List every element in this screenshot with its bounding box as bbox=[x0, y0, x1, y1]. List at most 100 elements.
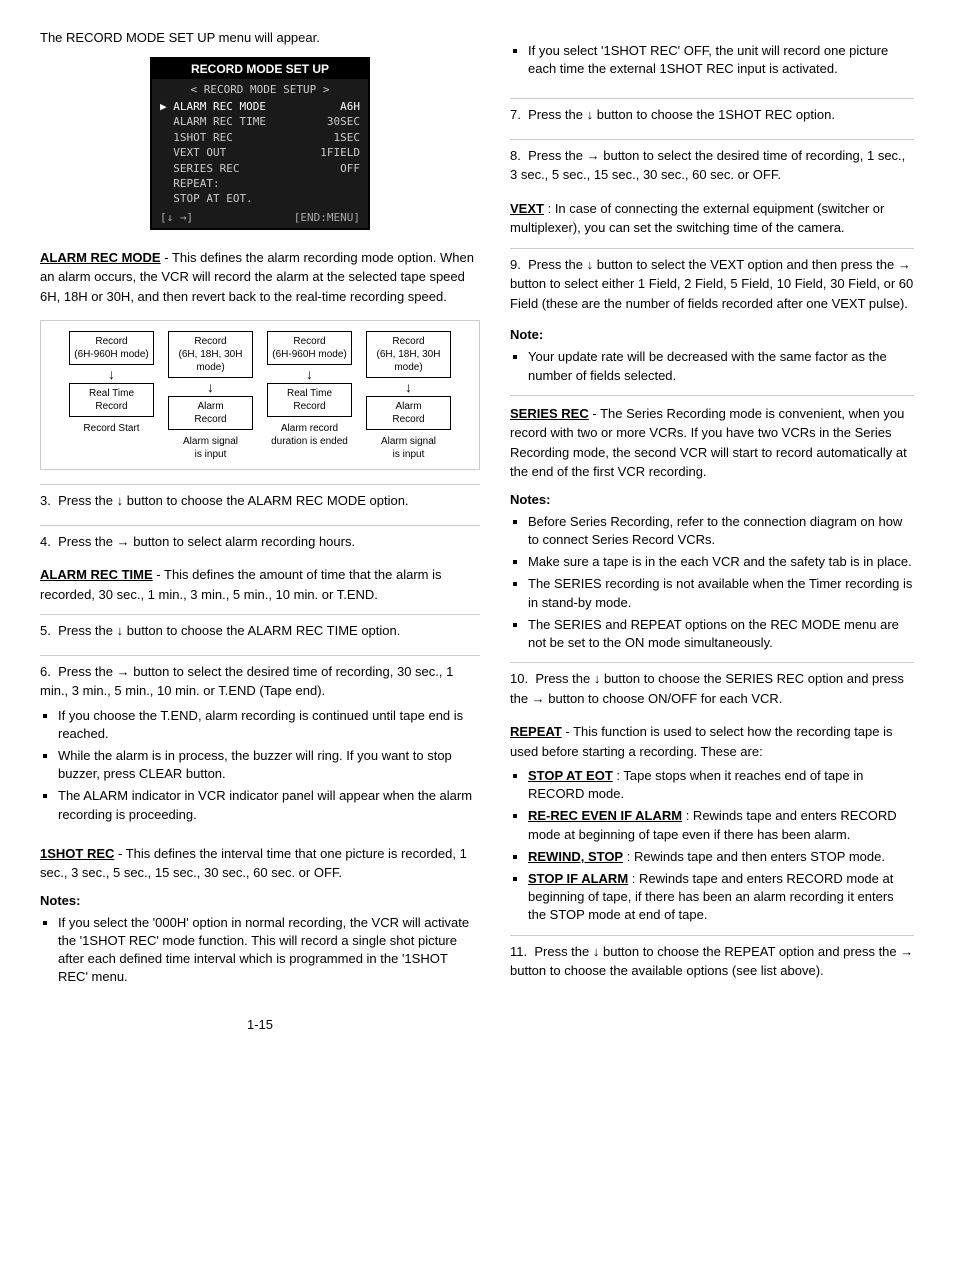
repeat-item-re-rec-term: RE-REC EVEN IF ALARM bbox=[528, 808, 682, 823]
repeat-item-re-rec: RE-REC EVEN IF ALARM : Rewinds tape and … bbox=[528, 807, 914, 843]
step-9: 9. Press the ↓ button to select the VEXT… bbox=[510, 248, 914, 320]
right-column: If you select '1SHOT REC' OFF, the unit … bbox=[510, 30, 914, 1032]
page-container: The RECORD MODE SET UP menu will appear.… bbox=[0, 0, 954, 1062]
step-6-num: 6. bbox=[40, 664, 54, 679]
menu-row-label: ▶ ALARM REC MODE bbox=[160, 99, 266, 114]
step-6-body: Press the → button to select the desired… bbox=[40, 664, 453, 699]
step-3-num: 3. bbox=[40, 493, 54, 508]
diag-sub-box-3: Real TimeRecord bbox=[267, 383, 352, 417]
repeat-term: REPEAT bbox=[510, 724, 562, 739]
step-6-text: 6. Press the → button to select the desi… bbox=[40, 662, 480, 701]
vext-section: VEXT : In case of connecting the externa… bbox=[510, 199, 914, 238]
repeat-intro: REPEAT - This function is used to select… bbox=[510, 722, 914, 761]
diag-arrow-2: ↓ bbox=[207, 380, 214, 394]
menu-row: SERIES REC OFF bbox=[160, 161, 360, 176]
step-7-num: 7. bbox=[510, 107, 524, 122]
step-11: 11. Press the ↓ button to choose the REP… bbox=[510, 935, 914, 987]
step-9-num: 9. bbox=[510, 257, 524, 272]
step-3-text: Press the ↓ button to choose the ALARM R… bbox=[58, 493, 408, 508]
step-6-bullets: If you choose the T.END, alarm recording… bbox=[58, 707, 480, 824]
vext-text: VEXT : In case of connecting the externa… bbox=[510, 199, 914, 238]
step-6: 6. Press the → button to select the desi… bbox=[40, 655, 480, 836]
menu-row-value: 30SEC bbox=[327, 114, 360, 129]
step-5-text: Press the ↓ button to choose the ALARM R… bbox=[58, 623, 400, 638]
step-9-text: Press the ↓ button to select the VEXT op… bbox=[510, 257, 913, 311]
step-4-num: 4. bbox=[40, 534, 54, 549]
menu-row-label: ALARM REC TIME bbox=[160, 114, 266, 129]
diag-label-3: Alarm recordduration is ended bbox=[271, 422, 348, 448]
page-number: 1-15 bbox=[40, 1017, 480, 1032]
vext-term: VEXT bbox=[510, 201, 544, 216]
diag-label-4: Alarm signalis input bbox=[381, 435, 436, 461]
1shot-rec-term: 1SHOT REC bbox=[40, 846, 114, 861]
alarm-rec-mode-term: ALARM REC MODE bbox=[40, 250, 161, 265]
menu-row-value: 1FIELD bbox=[320, 145, 360, 160]
diag-top-box-4: Record(6H, 18H, 30Hmode) bbox=[366, 331, 451, 378]
menu-row: ▶ ALARM REC MODE A6H bbox=[160, 99, 360, 114]
step-7-text: Press the ↓ button to choose the 1SHOT R… bbox=[528, 107, 835, 122]
step-3: 3. Press the ↓ button to choose the ALAR… bbox=[40, 484, 480, 517]
repeat-item-stop-at-eot: STOP AT EOT : Tape stops when it reaches… bbox=[528, 767, 914, 803]
step-8: 8. Press the → button to select the desi… bbox=[510, 139, 914, 191]
intro-text: The RECORD MODE SET UP menu will appear. bbox=[40, 30, 480, 45]
menu-row-label: SERIES REC bbox=[160, 161, 239, 176]
notes-series: Notes: Before Series Recording, refer to… bbox=[510, 492, 914, 652]
note-1shot-off: If you select '1SHOT REC' OFF, the unit … bbox=[528, 42, 914, 78]
step-5-num: 5. bbox=[40, 623, 54, 638]
diag-label-1: Record Start bbox=[83, 422, 139, 435]
alarm-rec-time-section: ALARM REC TIME - This defines the amount… bbox=[40, 565, 480, 604]
step-4: 4. Press the → button to select alarm re… bbox=[40, 525, 480, 558]
notes-1shot-list: If you select the '000H' option in norma… bbox=[58, 914, 480, 987]
diag-label-2: Alarm signalis input bbox=[183, 435, 238, 461]
menu-title: RECORD MODE SET UP bbox=[152, 59, 368, 79]
step-7: 7. Press the ↓ button to choose the 1SHO… bbox=[510, 98, 914, 131]
step-10-text: Press the ↓ button to choose the SERIES … bbox=[510, 671, 904, 706]
vext-body: : In case of connecting the external equ… bbox=[510, 201, 884, 236]
menu-row: 1SHOT REC 1SEC bbox=[160, 130, 360, 145]
repeat-item-stop-if-alarm: STOP IF ALARM : Rewinds tape and enters … bbox=[528, 870, 914, 925]
diag-col-3: Record(6H-960H mode) ↓ Real TimeRecord A… bbox=[262, 331, 357, 461]
diag-arrow-4: ↓ bbox=[405, 380, 412, 394]
step-11-num: 11. bbox=[510, 944, 531, 959]
step-10: 10. Press the ↓ button to choose the SER… bbox=[510, 662, 914, 714]
repeat-body: - This function is used to select how th… bbox=[510, 724, 893, 759]
1shot-rec-section: 1SHOT REC - This defines the interval ti… bbox=[40, 844, 480, 883]
repeat-items-list: STOP AT EOT : Tape stops when it reaches… bbox=[528, 767, 914, 925]
menu-row: ALARM REC TIME 30SEC bbox=[160, 114, 360, 129]
alarm-rec-mode-text: ALARM REC MODE - This defines the alarm … bbox=[40, 248, 480, 307]
alarm-rec-mode-section: ALARM REC MODE - This defines the alarm … bbox=[40, 248, 480, 307]
menu-row-value: A6H bbox=[340, 99, 360, 114]
menu-box: RECORD MODE SET UP < RECORD MODE SETUP >… bbox=[150, 57, 370, 230]
note-1shot-item2: If you select '1SHOT REC' OFF, the unit … bbox=[510, 30, 914, 90]
menu-row-value: 1SEC bbox=[334, 130, 361, 145]
diagram-container: Record(6H-960H mode) ↓ Real TimeRecord R… bbox=[40, 320, 480, 470]
menu-footer: [↓ →] [END:MENU] bbox=[160, 211, 360, 224]
menu-row-label: REPEAT: bbox=[160, 176, 220, 191]
notes-series-list: Before Series Recording, refer to the co… bbox=[528, 513, 914, 652]
menu-row: VEXT OUT 1FIELD bbox=[160, 145, 360, 160]
diag-top-box-3: Record(6H-960H mode) bbox=[267, 331, 352, 365]
diag-sub-box-1: Real TimeRecord bbox=[69, 383, 154, 417]
note-000h: If you select the '000H' option in norma… bbox=[58, 914, 480, 987]
step-11-text: Press the ↓ button to choose the REPEAT … bbox=[510, 944, 913, 979]
note-1shot-item2-list: If you select '1SHOT REC' OFF, the unit … bbox=[528, 42, 914, 78]
repeat-item-rewind-stop-term: REWIND, STOP bbox=[528, 849, 623, 864]
notes-1shot-title: Notes: bbox=[40, 893, 480, 908]
diag-top-box-1: Record(6H-960H mode) bbox=[69, 331, 154, 365]
bullet-alarm-indicator: The ALARM indicator in VCR indicator pan… bbox=[58, 787, 480, 823]
repeat-item-rewind-stop: REWIND, STOP : Rewinds tape and then ent… bbox=[528, 848, 914, 866]
menu-row: REPEAT: bbox=[160, 176, 360, 191]
menu-inner: < RECORD MODE SETUP > ▶ ALARM REC MODE A… bbox=[152, 79, 368, 228]
1shot-rec-text: 1SHOT REC - This defines the interval ti… bbox=[40, 844, 480, 883]
step-4-text: Press the → button to select alarm recor… bbox=[58, 534, 355, 549]
note-vext: Note: Your update rate will be decreased… bbox=[510, 327, 914, 384]
diag-top-box-2: Record(6H, 18H, 30Hmode) bbox=[168, 331, 253, 378]
diag-col-1: Record(6H-960H mode) ↓ Real TimeRecord R… bbox=[64, 331, 159, 461]
diag-arrow-3: ↓ bbox=[306, 367, 313, 381]
note-series-2: Make sure a tape is in the each VCR and … bbox=[528, 553, 914, 571]
menu-row-value: OFF bbox=[340, 161, 360, 176]
repeat-item-stop-at-eot-term: STOP AT EOT bbox=[528, 768, 613, 783]
diag-sub-box-2: AlarmRecord bbox=[168, 396, 253, 430]
menu-row-label: 1SHOT REC bbox=[160, 130, 233, 145]
menu-row-label: STOP AT EOT. bbox=[160, 191, 253, 206]
